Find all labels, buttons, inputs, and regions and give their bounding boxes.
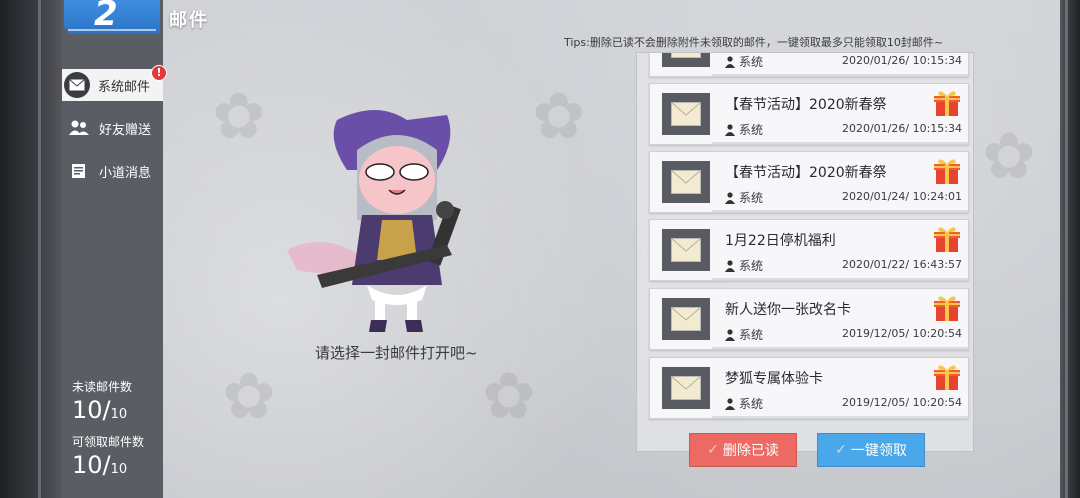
mail-sender: 系统 bbox=[725, 121, 763, 138]
unread-count-label: 未读邮件数 bbox=[72, 380, 133, 394]
sidebar: 2 系统邮件 ! 好友赠送 小道消息 未读邮件数 10/10 可领取邮件数 10… bbox=[62, 0, 167, 498]
mail-icon bbox=[64, 72, 90, 98]
person-icon bbox=[725, 123, 735, 136]
background-doodle: ✿ bbox=[982, 120, 1036, 194]
person-icon bbox=[725, 55, 735, 68]
envelope-icon bbox=[662, 53, 710, 67]
envelope-icon bbox=[662, 229, 710, 271]
sidebar-item-label: 系统邮件 bbox=[98, 79, 151, 95]
mail-item[interactable]: 【春节活动】2020新春祭系统 2020/01/26/ 10:15:34 bbox=[649, 83, 969, 145]
header-number: 2 bbox=[94, 0, 118, 34]
delete-read-label: 删除已读 bbox=[722, 443, 779, 459]
select-mail-prompt: 请选择一封邮件打开吧~ bbox=[315, 344, 478, 362]
person-icon bbox=[725, 397, 735, 410]
mail-sender: 系统 bbox=[725, 53, 763, 70]
sidebar-item-system-mail[interactable]: 系统邮件 ! bbox=[62, 65, 167, 101]
header-badge[interactable]: 2 bbox=[64, 0, 160, 34]
mail-date: 2020/01/22/ 16:43:57 bbox=[841, 258, 962, 271]
background-doodle: ✿ bbox=[222, 360, 276, 434]
gift-icon bbox=[934, 91, 960, 116]
sidebar-item-friend-gifts[interactable]: 好友赠送 bbox=[62, 112, 163, 144]
mail-subject: 梦狐专属体验卡 bbox=[725, 371, 823, 387]
friends-icon bbox=[68, 119, 90, 137]
person-icon bbox=[725, 191, 735, 204]
mail-sender-name: 系统 bbox=[739, 328, 764, 342]
news-icon bbox=[68, 162, 90, 180]
mail-divider bbox=[712, 416, 968, 418]
envelope-icon bbox=[662, 298, 710, 340]
character-illustration bbox=[287, 110, 461, 332]
background-doodle: ✿ bbox=[482, 360, 536, 434]
mail-sender: 系统 bbox=[725, 395, 763, 412]
mail-sender-name: 系统 bbox=[739, 55, 764, 69]
mail-divider bbox=[712, 210, 968, 212]
envelope-icon bbox=[662, 161, 710, 203]
gift-icon bbox=[934, 227, 960, 252]
person-icon bbox=[725, 259, 735, 272]
mail-date: 2019/12/05/ 10:20:54 bbox=[841, 327, 962, 340]
unread-count-value: 10/10 bbox=[72, 396, 127, 424]
mail-sender-name: 系统 bbox=[739, 259, 764, 273]
right-frame bbox=[1060, 0, 1080, 498]
mail-list-panel[interactable]: 【春节活动】2020新春祭系统2020/01/26/ 10:15:34【春节活动… bbox=[636, 52, 974, 467]
gift-icon bbox=[934, 296, 960, 321]
alert-icon: ! bbox=[151, 65, 167, 81]
left-frame bbox=[0, 0, 62, 498]
person-icon bbox=[725, 328, 735, 341]
mail-item[interactable]: 【春节活动】2020新春祭系统 2020/01/24/ 10:24:01 bbox=[649, 151, 969, 213]
mail-sender: 系统 bbox=[725, 257, 763, 274]
mail-subject: 【春节活动】2020新春祭 bbox=[725, 165, 887, 181]
mail-sender-name: 系统 bbox=[739, 123, 764, 137]
envelope-icon bbox=[662, 93, 710, 135]
sidebar-item-label: 好友赠送 bbox=[99, 122, 152, 138]
mail-screen: ✿ ✿ ✿ ✿ ✿ 2 系统邮件 ! 好友赠送 小道消息 未读邮件数 10/10… bbox=[62, 0, 1060, 498]
checkmark-icon: ✓ bbox=[835, 442, 847, 458]
mail-subject: 新人送你一张改名卡 bbox=[725, 302, 851, 318]
background-doodle: ✿ bbox=[212, 80, 266, 154]
mail-list[interactable]: 【春节活动】2020新春祭系统2020/01/26/ 10:15:34【春节活动… bbox=[637, 53, 973, 425]
delete-read-button[interactable]: ✓ 删除已读 bbox=[689, 433, 797, 467]
unread-count: 10/ bbox=[72, 396, 111, 424]
tips-text: Tips:删除已读不会删除附件未领取的邮件，一键领取最多只能领取10封邮件~ bbox=[564, 36, 944, 49]
claimable-total: 10 bbox=[110, 462, 128, 477]
checkmark-icon: ✓ bbox=[707, 442, 719, 458]
gift-icon bbox=[934, 159, 960, 184]
mail-sender: 系统 bbox=[725, 189, 763, 206]
unread-total: 10 bbox=[110, 407, 128, 422]
mail-item[interactable]: 新人送你一张改名卡系统 2019/12/05/ 10:20:54 bbox=[649, 288, 969, 350]
page-title: 邮件 bbox=[169, 10, 209, 31]
gift-icon bbox=[934, 365, 960, 390]
mail-sender-name: 系统 bbox=[739, 397, 764, 411]
envelope-icon bbox=[662, 367, 710, 409]
mail-item[interactable]: 【春节活动】2020新春祭系统2020/01/26/ 10:15:34 bbox=[649, 53, 969, 77]
claimable-count-value: 10/10 bbox=[72, 451, 127, 479]
mail-date: 2020/01/24/ 10:24:01 bbox=[841, 190, 962, 203]
mail-sender-name: 系统 bbox=[739, 191, 764, 205]
frame-edge bbox=[1065, 0, 1068, 498]
mail-date: 2020/01/26/ 10:15:34 bbox=[841, 54, 962, 67]
mail-divider bbox=[712, 142, 968, 144]
mail-date: 2020/01/26/ 10:15:34 bbox=[841, 122, 962, 135]
mail-subject: 1月22日停机福利 bbox=[725, 233, 836, 249]
mail-divider bbox=[712, 74, 968, 76]
claimable-count: 10/ bbox=[72, 451, 111, 479]
mail-divider bbox=[712, 347, 968, 349]
mail-sender: 系统 bbox=[725, 326, 763, 343]
claimable-count-label: 可领取邮件数 bbox=[72, 435, 145, 449]
mail-subject: 【春节活动】2020新春祭 bbox=[725, 97, 887, 113]
mail-item[interactable]: 梦狐专属体验卡系统 2019/12/05/ 10:20:54 bbox=[649, 357, 969, 419]
mail-item[interactable]: 1月22日停机福利系统 2020/01/22/ 16:43:57 bbox=[649, 219, 969, 281]
mail-date: 2019/12/05/ 10:20:54 bbox=[841, 396, 962, 409]
mail-divider bbox=[712, 278, 968, 280]
frame-edge bbox=[38, 0, 41, 498]
sidebar-item-news[interactable]: 小道消息 bbox=[62, 155, 163, 187]
sidebar-item-label: 小道消息 bbox=[99, 165, 152, 181]
claim-all-button[interactable]: ✓ 一键领取 bbox=[817, 433, 925, 467]
claim-all-label: 一键领取 bbox=[850, 443, 907, 459]
